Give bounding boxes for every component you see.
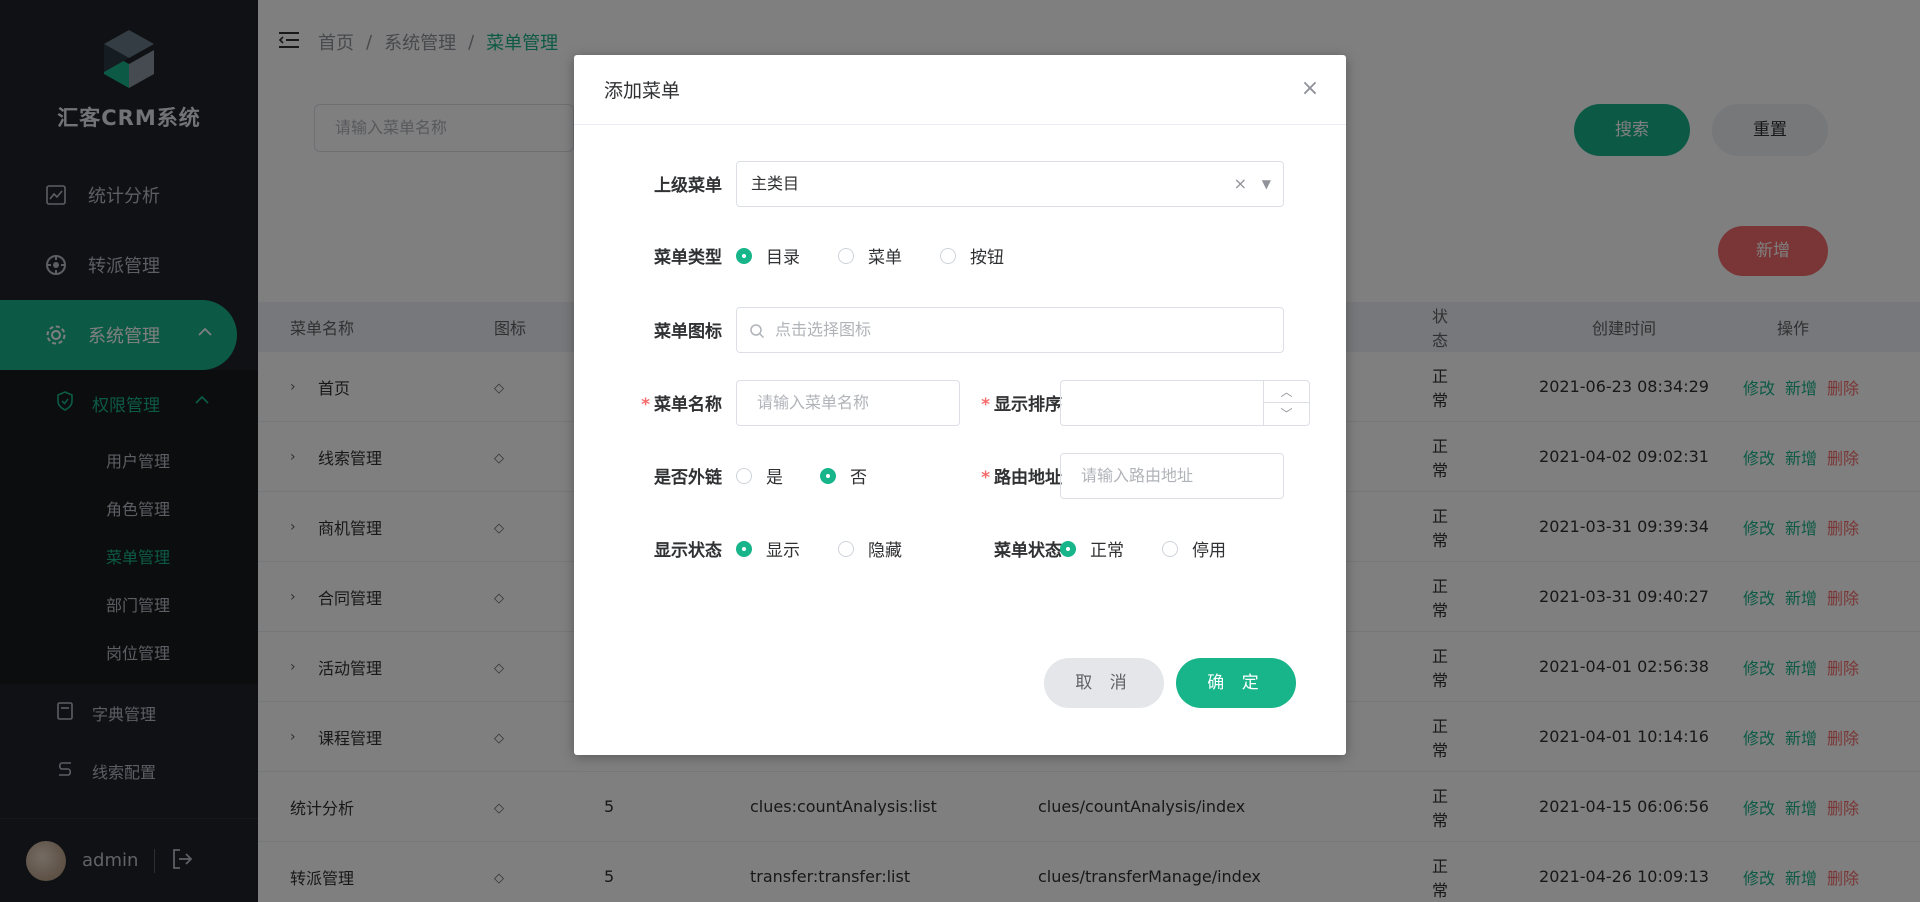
icon-picker-input[interactable]: 点击选择图标	[736, 307, 1284, 353]
close-icon[interactable]: ×	[1298, 77, 1322, 101]
clear-icon[interactable]: ×	[1234, 162, 1247, 206]
radio-dot	[1162, 540, 1178, 557]
visible-radio-hide[interactable]: 隐藏	[838, 536, 902, 561]
route-input[interactable]: 请输入路由地址	[1060, 453, 1284, 499]
menu-icon-label: 菜单图标	[654, 322, 722, 342]
label-text: 显示排序	[994, 395, 1062, 415]
status-radio-normal[interactable]: 正常	[1060, 536, 1124, 561]
caret-down-icon: ▼	[1261, 177, 1271, 191]
radio-label: 停用	[1192, 541, 1226, 561]
radio-label: 目录	[766, 248, 800, 268]
parent-menu-value: 主类目	[751, 174, 800, 193]
status-radio-disabled[interactable]: 停用	[1162, 536, 1226, 561]
dialog-title: 添加菜单	[604, 80, 681, 102]
required-marker: *	[981, 468, 990, 488]
dialog-header: 添加菜单 ×	[574, 55, 1346, 125]
radio-dot	[940, 247, 956, 264]
icon-picker-placeholder: 点击选择图标	[775, 320, 872, 339]
radio-dot-checked	[736, 247, 752, 264]
radio-label: 隐藏	[868, 541, 902, 561]
type-radio-button[interactable]: 按钮	[940, 243, 1004, 268]
radio-dot-checked	[736, 540, 752, 557]
parent-menu-select[interactable]: 主类目 × ▼	[736, 161, 1284, 207]
external-radio-no[interactable]: 否	[820, 463, 867, 488]
add-menu-dialog: 添加菜单 × 上级菜单 主类目 × ▼ 菜单类型 目录 菜单 按钮 菜单图标 点…	[574, 55, 1346, 755]
external-radio-yes[interactable]: 是	[736, 463, 783, 488]
sort-order-label: * 显示排序	[962, 390, 1062, 415]
radio-label: 否	[850, 468, 867, 488]
confirm-button[interactable]: 确 定	[1176, 658, 1296, 708]
number-stepper: ︿ ﹀	[1263, 381, 1309, 425]
type-radio-menu[interactable]: 菜单	[838, 243, 902, 268]
radio-label: 正常	[1090, 541, 1124, 561]
radio-label: 显示	[766, 541, 800, 561]
required-marker: *	[641, 395, 650, 415]
radio-label: 菜单	[868, 248, 902, 268]
external-link-label: 是否外链	[654, 468, 722, 488]
menu-status-label: 菜单状态	[994, 541, 1062, 561]
label-text: 路由地址	[994, 468, 1062, 488]
radio-label: 是	[766, 468, 783, 488]
radio-dot	[838, 540, 854, 557]
label-text: 菜单名称	[654, 395, 722, 415]
menu-name-input[interactable]: 请输入菜单名称	[736, 380, 960, 426]
route-label: * 路由地址	[962, 463, 1062, 488]
radio-label: 按钮	[970, 248, 1004, 268]
menu-name-placeholder: 请输入菜单名称	[757, 393, 870, 412]
search-icon	[749, 308, 765, 352]
type-radio-directory[interactable]: 目录	[736, 243, 800, 268]
menu-type-label: 菜单类型	[654, 248, 722, 268]
visible-radio-show[interactable]: 显示	[736, 536, 800, 561]
visible-label: 显示状态	[654, 541, 722, 561]
cancel-button[interactable]: 取 消	[1044, 658, 1164, 708]
required-marker: *	[981, 395, 990, 415]
sort-order-input[interactable]: ︿ ﹀	[1060, 380, 1310, 426]
decrement-icon[interactable]: ﹀	[1264, 403, 1309, 425]
route-placeholder: 请输入路由地址	[1081, 466, 1194, 485]
radio-dot	[736, 467, 752, 484]
menu-name-label: * 菜单名称	[612, 390, 722, 415]
radio-dot-checked	[1060, 540, 1076, 557]
parent-menu-label: 上级菜单	[654, 176, 722, 196]
increment-icon[interactable]: ︿	[1264, 381, 1309, 403]
radio-dot-checked	[820, 467, 836, 484]
radio-dot	[838, 247, 854, 264]
